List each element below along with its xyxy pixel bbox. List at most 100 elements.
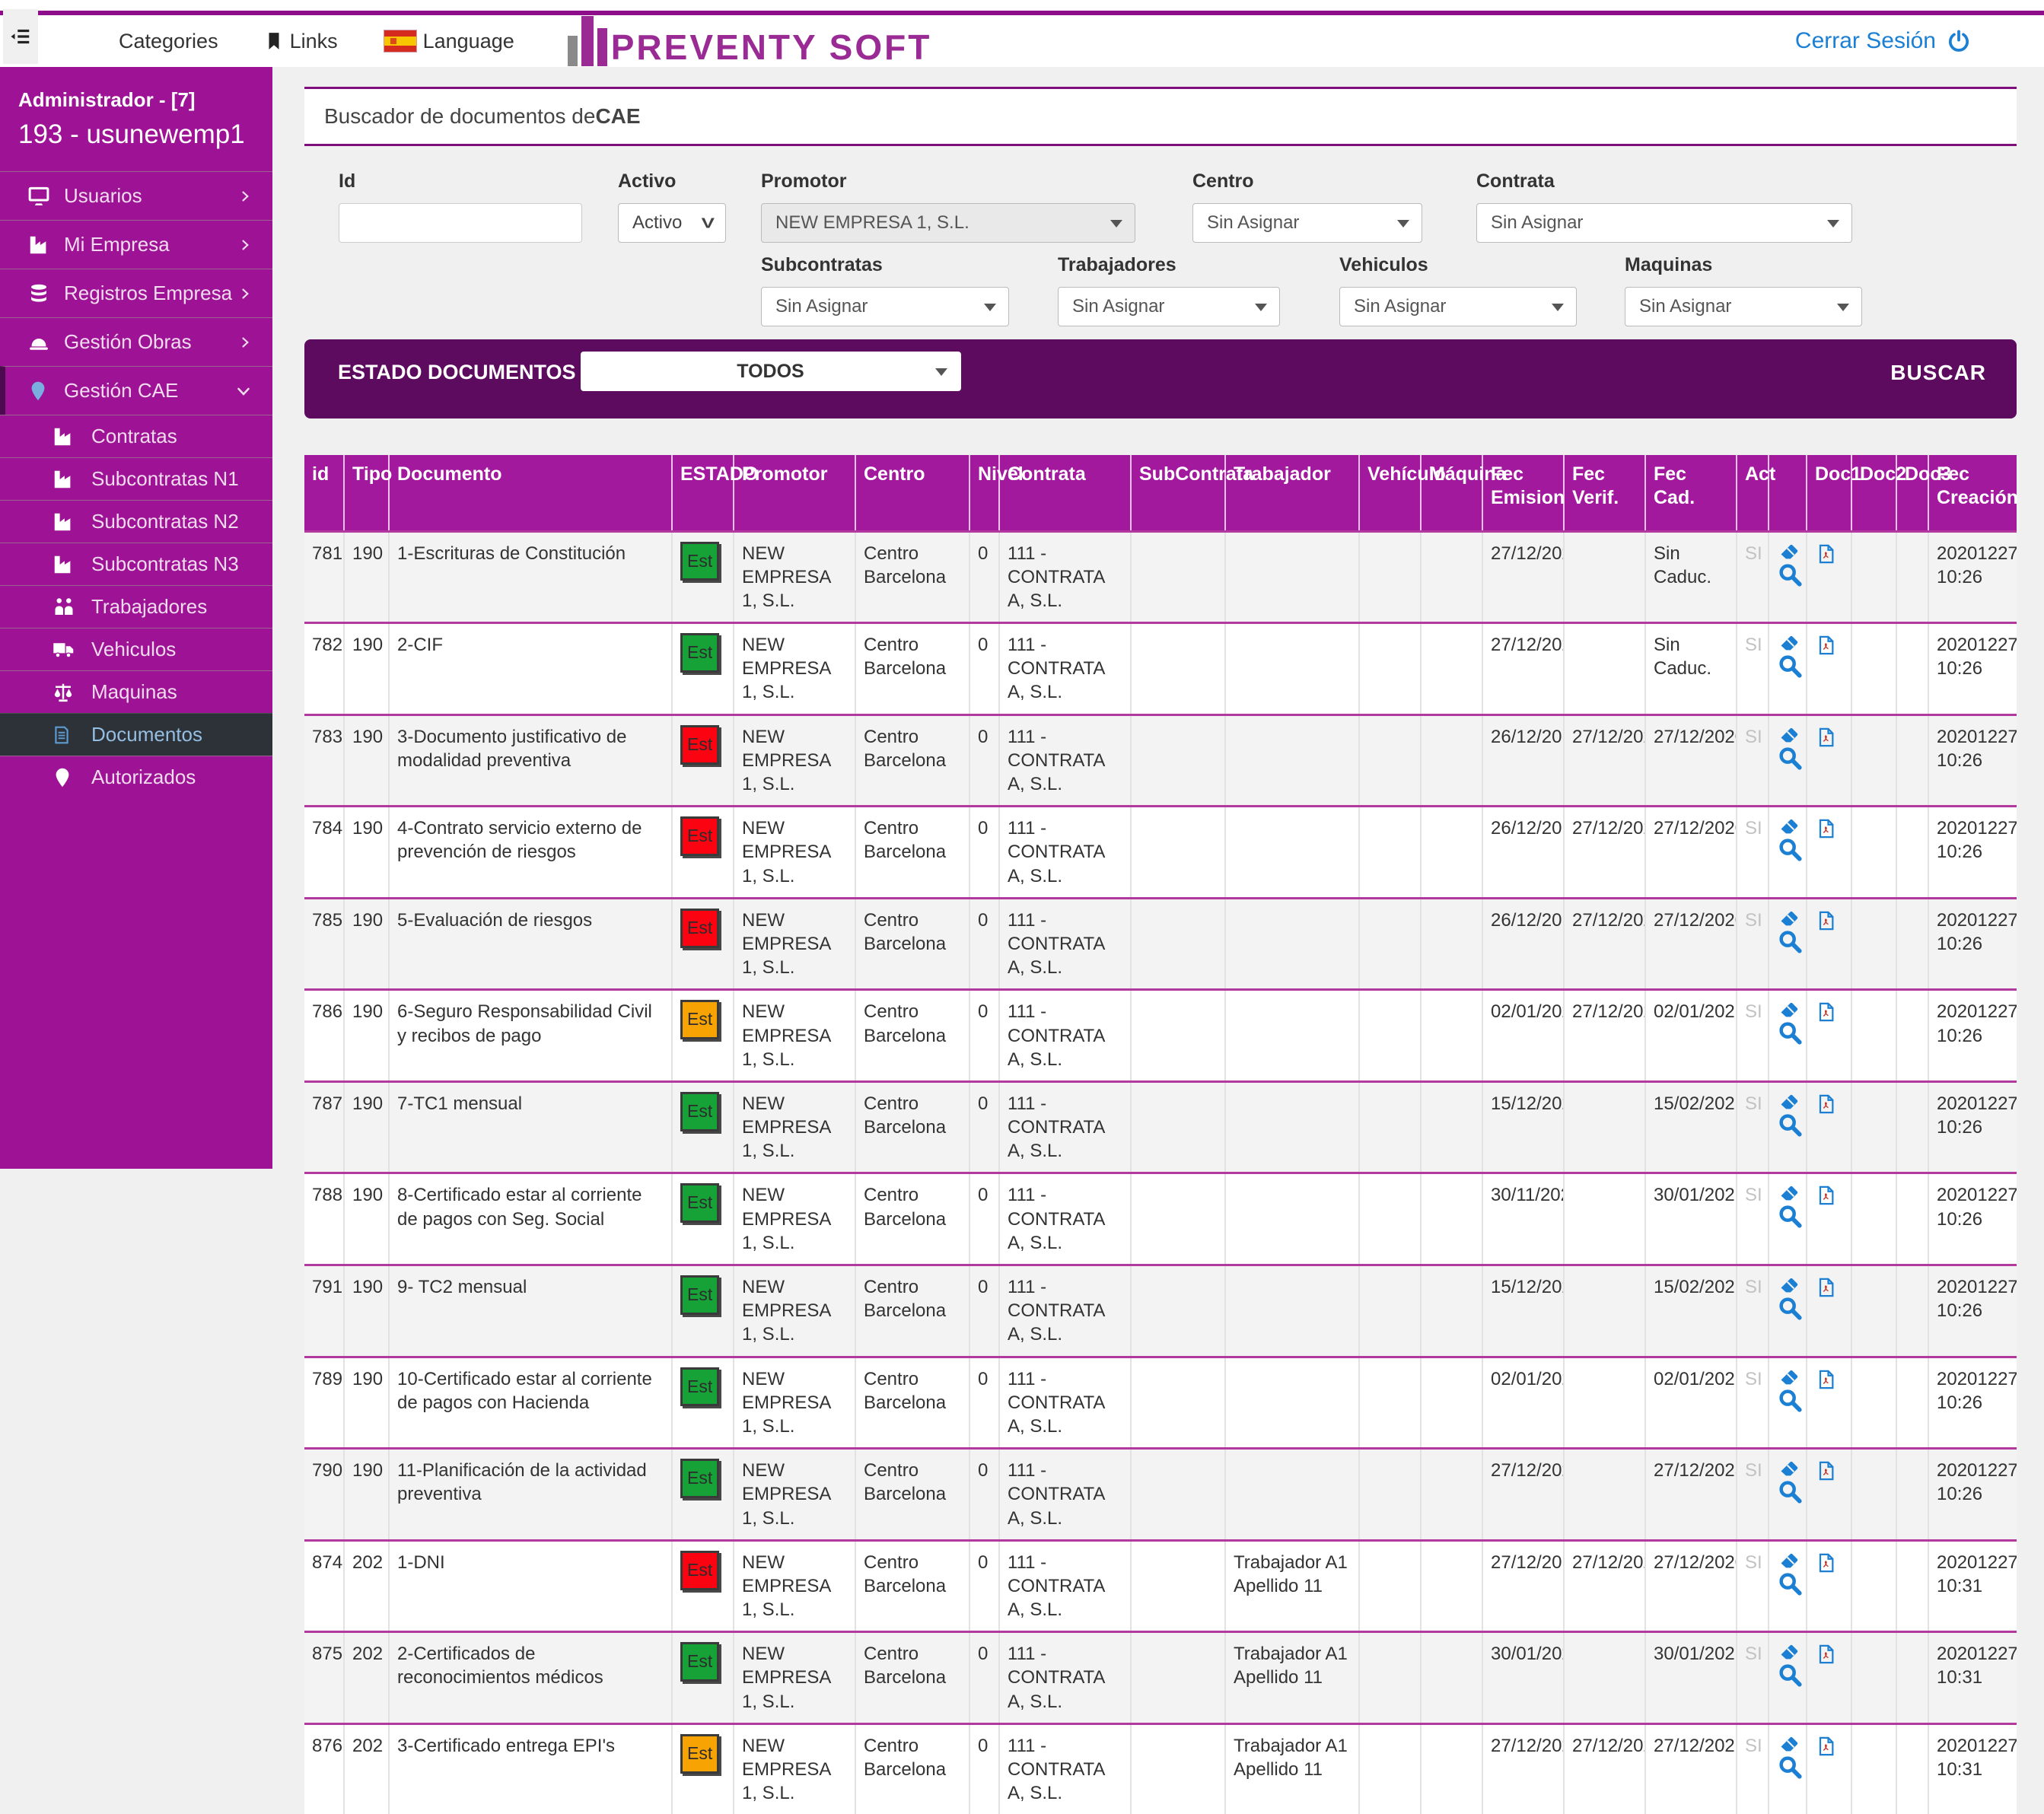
eraser-icon[interactable] xyxy=(1777,1366,1798,1389)
nav-language[interactable]: Language xyxy=(384,30,514,53)
pdf-file-icon[interactable] xyxy=(1815,1367,1836,1392)
cell-fec-creacion: 20201227 10:26 xyxy=(1928,1265,2017,1357)
estado-badge[interactable]: Est xyxy=(680,1642,719,1682)
sidebar-item-gestion-obras[interactable]: Gestión Obras xyxy=(0,317,272,366)
estado-badge[interactable]: Est xyxy=(680,816,719,856)
eraser-icon[interactable] xyxy=(1777,1090,1798,1113)
pdf-file-icon[interactable] xyxy=(1815,1459,1836,1483)
cell-contrata: 111 - CONTRATA A, S.L. xyxy=(999,1632,1131,1724)
magnifier-icon[interactable] xyxy=(1777,1754,1798,1780)
eraser-icon[interactable] xyxy=(1777,998,1798,1021)
estado-badge[interactable]: Est xyxy=(680,1734,719,1774)
estado-badge[interactable]: Est xyxy=(680,1275,719,1315)
sidebar-toggle-button[interactable] xyxy=(3,9,38,64)
magnifier-icon[interactable] xyxy=(1777,1387,1798,1413)
eraser-icon[interactable] xyxy=(1777,1641,1798,1663)
trabajadores-select[interactable]: Sin Asignar xyxy=(1058,287,1280,326)
contrata-select[interactable]: Sin Asignar xyxy=(1476,203,1852,243)
eraser-icon[interactable] xyxy=(1777,540,1798,563)
pdf-file-icon[interactable] xyxy=(1815,542,1836,566)
estado-badge[interactable]: Est xyxy=(680,633,719,673)
estado-badge[interactable]: Est xyxy=(680,1459,719,1498)
eraser-icon[interactable] xyxy=(1777,907,1798,930)
estado-badge[interactable]: Est xyxy=(680,1551,719,1590)
cell-nivel: 0 xyxy=(969,1081,999,1173)
cell-subcontrata xyxy=(1131,990,1225,1082)
pdf-file-icon[interactable] xyxy=(1815,1000,1836,1024)
cell-vehiculo xyxy=(1359,898,1421,990)
pdf-file-icon[interactable] xyxy=(1815,633,1836,657)
pdf-file-icon[interactable] xyxy=(1815,909,1836,933)
maquinas-select[interactable]: Sin Asignar xyxy=(1625,287,1862,326)
sidebar-item-vehiculos[interactable]: Vehiculos xyxy=(0,628,272,670)
vehiculos-select[interactable]: Sin Asignar xyxy=(1339,287,1577,326)
magnifier-icon[interactable] xyxy=(1777,1478,1798,1504)
eraser-icon[interactable] xyxy=(1777,632,1798,654)
eraser-icon[interactable] xyxy=(1777,1733,1798,1755)
sidebar-item-documentos[interactable]: Documentos xyxy=(0,713,272,756)
magnifier-icon[interactable] xyxy=(1777,562,1798,587)
pdf-file-icon[interactable] xyxy=(1815,1551,1836,1575)
magnifier-icon[interactable] xyxy=(1777,928,1798,954)
magnifier-icon[interactable] xyxy=(1777,1662,1798,1688)
sidebar-item-subcontratas-n3[interactable]: Subcontratas N3 xyxy=(0,543,272,585)
cell-subcontrata xyxy=(1131,1540,1225,1632)
estado-badge[interactable]: Est xyxy=(680,1000,719,1039)
cell-act: SI xyxy=(1737,1265,1769,1357)
cell-centro: Centro Barcelona xyxy=(855,1173,969,1265)
cell-nivel: 0 xyxy=(969,531,999,623)
nav-links[interactable]: Links xyxy=(264,30,338,53)
magnifier-icon[interactable] xyxy=(1777,1020,1798,1045)
centro-select[interactable]: Sin Asignar xyxy=(1192,203,1422,243)
estado-badge[interactable]: Est xyxy=(680,725,719,765)
magnifier-icon[interactable] xyxy=(1777,1571,1798,1596)
sidebar-item-maquinas[interactable]: Maquinas xyxy=(0,670,272,713)
pdf-file-icon[interactable] xyxy=(1815,1734,1836,1758)
cell-fec-verif: 27/12/2020 xyxy=(1564,898,1645,990)
pdf-file-icon[interactable] xyxy=(1815,1183,1836,1208)
eraser-icon[interactable] xyxy=(1777,1182,1798,1205)
sidebar-item-registros-empresa[interactable]: Registros Empresa xyxy=(0,269,272,317)
estado-badge[interactable]: Est xyxy=(680,1367,719,1407)
magnifier-icon[interactable] xyxy=(1777,1203,1798,1229)
magnifier-icon[interactable] xyxy=(1777,836,1798,862)
logout-button[interactable]: Cerrar Sesión xyxy=(1795,15,1971,67)
magnifier-icon[interactable] xyxy=(1777,745,1798,771)
eraser-icon[interactable] xyxy=(1777,724,1798,746)
sidebar-item-usuarios[interactable]: Usuarios xyxy=(0,171,272,220)
estado-badge[interactable]: Est xyxy=(680,1092,719,1131)
sidebar-item-gestion-cae[interactable]: Gestión CAE xyxy=(0,366,272,415)
estado-badge[interactable]: Est xyxy=(680,909,719,948)
eraser-icon[interactable] xyxy=(1777,815,1798,838)
pdf-file-icon[interactable] xyxy=(1815,725,1836,749)
pdf-file-icon[interactable] xyxy=(1815,816,1836,841)
sidebar-item-subcontratas-n1[interactable]: Subcontratas N1 xyxy=(0,457,272,500)
estado-badge[interactable]: Est xyxy=(680,1183,719,1223)
pdf-file-icon[interactable] xyxy=(1815,1642,1836,1666)
magnifier-icon[interactable] xyxy=(1777,1295,1798,1321)
eraser-icon[interactable] xyxy=(1777,1457,1798,1480)
activo-select[interactable]: Activo V xyxy=(618,203,726,243)
estado-documentos-select[interactable]: TODOS xyxy=(581,352,961,391)
pdf-file-icon[interactable] xyxy=(1815,1092,1836,1116)
cell-centro: Centro Barcelona xyxy=(855,1449,969,1541)
magnifier-icon[interactable] xyxy=(1777,1112,1798,1138)
promotor-select[interactable]: NEW EMPRESA 1, S.L. xyxy=(761,203,1135,243)
cell-doc2 xyxy=(1851,1449,1896,1541)
magnifier-icon[interactable] xyxy=(1777,653,1798,679)
estado-badge[interactable]: Est xyxy=(680,542,719,581)
cell-fec-verif: 27/12/2020 xyxy=(1564,1540,1645,1632)
sidebar-item-mi-empresa[interactable]: Mi Empresa xyxy=(0,220,272,269)
eraser-icon[interactable] xyxy=(1777,1274,1798,1297)
nav-categories[interactable]: Categories xyxy=(119,30,218,53)
sidebar-item-subcontratas-n2[interactable]: Subcontratas N2 xyxy=(0,500,272,543)
pdf-file-icon[interactable] xyxy=(1815,1275,1836,1300)
eraser-icon[interactable] xyxy=(1777,1549,1798,1572)
cell-centro: Centro Barcelona xyxy=(855,531,969,623)
subcontratas-select[interactable]: Sin Asignar xyxy=(761,287,1009,326)
id-input[interactable] xyxy=(339,203,582,243)
sidebar-item-autorizados[interactable]: Autorizados xyxy=(0,756,272,798)
buscar-button[interactable]: BUSCAR xyxy=(1890,361,1986,385)
sidebar-item-trabajadores[interactable]: Trabajadores xyxy=(0,585,272,628)
sidebar-item-contratas[interactable]: Contratas xyxy=(0,415,272,457)
